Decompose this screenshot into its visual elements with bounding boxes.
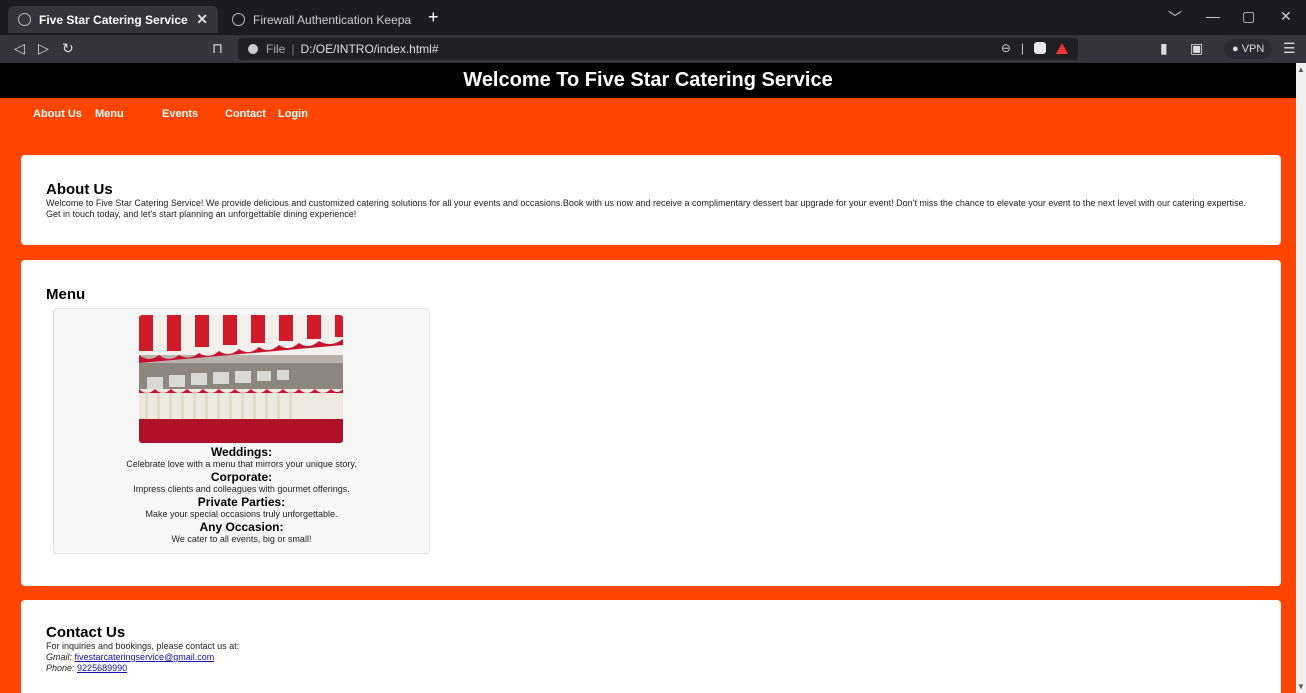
address-bar-actions: ⊖ | (1001, 41, 1068, 55)
zoom-icon[interactable]: ⊖ (1001, 41, 1011, 55)
phone-label: Phone: (46, 663, 75, 673)
tab-list-chevron-icon[interactable]: ﹀ (1168, 8, 1182, 28)
about-text: Welcome to Five Star Catering Service! W… (46, 198, 1246, 219)
globe-icon (18, 13, 31, 26)
menu-card: Weddings: Celebrate love with a menu tha… (53, 308, 430, 554)
vpn-button[interactable]: ● VPN (1224, 39, 1273, 59)
contact-phone-line: Phone: 9225689990 (46, 663, 1256, 674)
catering-buffet-photo (139, 315, 343, 443)
tab-title: Firewall Authentication Keepalive Wind (253, 12, 412, 27)
menu-section: Menu Weddings: Celebrate love with a men… (21, 260, 1281, 586)
gmail-link[interactable]: fivestarcateringservice@gmail.com (75, 652, 215, 662)
about-heading: About Us (46, 181, 113, 198)
contact-gmail-line: Gmail: fivestarcateringservice@gmail.com (46, 652, 1256, 663)
hamburger-menu-icon[interactable]: ☰ (1283, 40, 1296, 57)
scheme-label: File (266, 42, 286, 56)
nav-link-events[interactable]: Events (162, 108, 198, 120)
menu-items-list: Weddings: Celebrate love with a menu tha… (54, 445, 429, 545)
browser-toolbar: ◁ ▷ ↻ ⊓ File | D:/OE/INTRO/index.html# ⊖… (0, 35, 1306, 63)
menu-item-title-corporate: Corporate: (210, 470, 273, 484)
menu-item-desc-weddings: Celebrate love with a menu that mirrors … (126, 459, 357, 469)
sidebar-icon[interactable]: ▮ (1160, 40, 1168, 57)
forward-icon[interactable]: ▷ (38, 40, 49, 57)
globe-icon (232, 13, 245, 26)
brave-shield-icon[interactable] (1034, 42, 1046, 54)
site-nav: About Us Menu Events Contact Login (0, 98, 1296, 155)
contact-section: Contact Us For inquiries and bookings, p… (21, 600, 1281, 693)
url-text[interactable]: D:/OE/INTRO/index.html# (300, 42, 438, 56)
nav-link-menu[interactable]: Menu (95, 108, 124, 120)
about-section: About Us Welcome to Five Star Catering S… (21, 155, 1281, 245)
menu-item-desc-any-occasion: We cater to all events, big or small! (171, 534, 312, 544)
reload-icon[interactable]: ↻ (62, 40, 74, 57)
address-separator: | (1020, 41, 1024, 55)
close-icon[interactable]: ✕ (196, 11, 208, 28)
menu-item-desc-corporate: Impress clients and colleagues with gour… (133, 484, 350, 494)
menu-item-title-any-occasion: Any Occasion: (199, 520, 284, 534)
new-tab-plus-icon[interactable]: + (428, 7, 439, 28)
menu-heading: Menu (46, 286, 86, 303)
buffet-tent-illustration (139, 315, 343, 443)
bookmark-icon[interactable]: ⊓ (212, 40, 223, 57)
menu-item-title-weddings: Weddings: (210, 445, 273, 459)
nav-link-about-us[interactable]: About Us (33, 108, 82, 120)
contact-heading: Contact Us (46, 624, 126, 641)
browser-tab-bar: Five Star Catering Service ✕ Firewall Au… (0, 0, 1306, 35)
back-icon[interactable]: ◁ (14, 40, 25, 57)
menu-item-title-private-parties: Private Parties: (197, 495, 286, 509)
scroll-up-arrow-icon[interactable]: ▲ (1297, 65, 1305, 74)
menu-item-desc-private-parties: Make your special occasions truly unforg… (145, 509, 338, 519)
tab-five-star-catering[interactable]: Five Star Catering Service ✕ (8, 6, 218, 33)
site-title: Welcome To Five Star Catering Service (463, 69, 833, 91)
nav-link-contact[interactable]: Contact (225, 108, 266, 120)
gmail-label: Gmail: (46, 652, 73, 662)
scroll-down-arrow-icon[interactable]: ▼ (1297, 682, 1305, 691)
minimize-icon[interactable]: — (1206, 8, 1220, 24)
wallet-icon[interactable]: ▣ (1190, 40, 1203, 57)
address-separator: | (291, 42, 295, 56)
contact-intro: For inquiries and bookings, please conta… (46, 641, 240, 651)
vertical-scrollbar[interactable]: ▲ ▼ (1296, 63, 1306, 693)
close-window-icon[interactable]: ✕ (1280, 8, 1292, 25)
brave-rewards-icon[interactable] (1056, 42, 1068, 54)
tab-title: Five Star Catering Service (39, 12, 188, 27)
address-bar[interactable]: File | D:/OE/INTRO/index.html# ⊖ | (238, 38, 1078, 60)
vpn-label: VPN (1241, 43, 1265, 55)
page-viewport: Welcome To Five Star Catering Service Ab… (0, 63, 1296, 693)
tab-firewall-auth[interactable]: Firewall Authentication Keepalive Wind (222, 6, 422, 33)
site-header: Welcome To Five Star Catering Service (0, 63, 1296, 98)
info-icon[interactable] (248, 44, 258, 54)
phone-link[interactable]: 9225689990 (77, 663, 127, 673)
maximize-icon[interactable]: ▢ (1242, 8, 1255, 25)
nav-link-login[interactable]: Login (278, 108, 308, 120)
